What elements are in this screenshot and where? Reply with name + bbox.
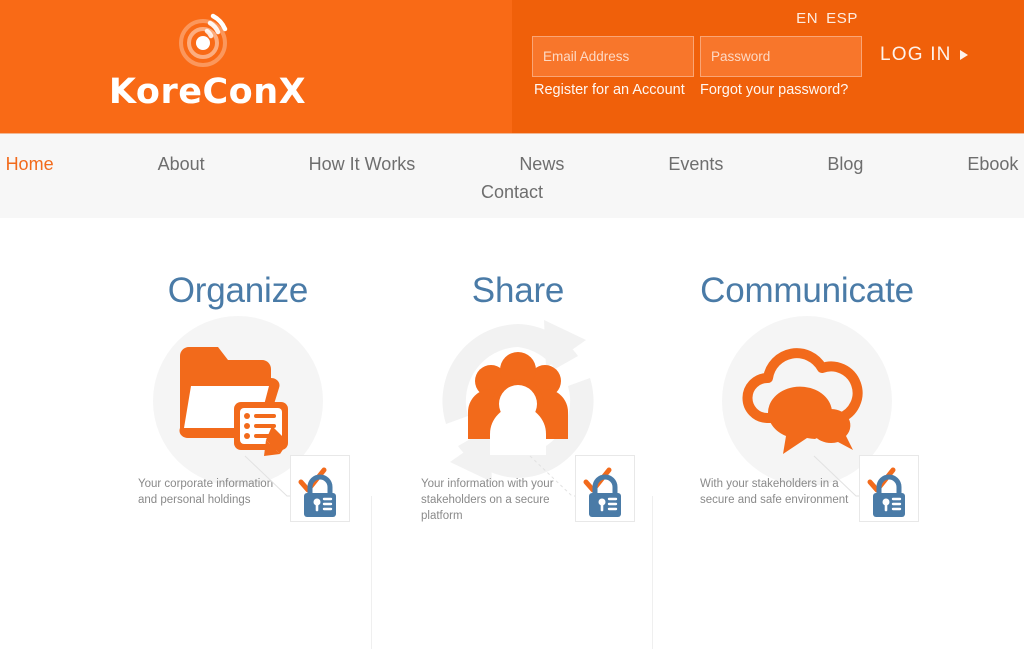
nav-row-secondary: Contact	[0, 176, 1024, 208]
lang-option-en[interactable]: EN	[796, 10, 818, 27]
secure-badge	[575, 455, 635, 522]
register-link[interactable]: Register for an Account	[534, 82, 685, 98]
nav-item-ebook[interactable]: Ebook	[967, 148, 1018, 180]
padlock-icon	[873, 474, 905, 517]
feature-caption: With your stakeholders in a secure and s…	[700, 478, 849, 506]
page-root: KoreConX EN ESP LOG IN Register for an Ac…	[0, 0, 1024, 649]
radar-signal-icon	[178, 13, 227, 67]
feature-caption: Your corporate information and personal …	[138, 478, 274, 506]
secure-badge	[859, 455, 919, 522]
site-header: KoreConX EN ESP LOG IN Register for an Ac…	[0, 0, 1024, 133]
nav-item-how-it-works[interactable]: How It Works	[309, 148, 416, 180]
feature-card-communicate: Communicate With your stakeholders in a …	[637, 218, 977, 648]
email-field[interactable]	[532, 36, 694, 77]
feature-caption: Your information with your stakeholders …	[421, 478, 554, 522]
password-field[interactable]	[700, 36, 862, 77]
site-logo[interactable]: KoreConX	[100, 12, 315, 112]
padlock-icon	[589, 474, 621, 517]
logo-wordmark: KoreConX	[108, 72, 307, 112]
nav-item-contact[interactable]: Contact	[481, 176, 543, 208]
login-button[interactable]: LOG IN	[880, 44, 968, 66]
login-form: LOG IN	[532, 36, 968, 77]
play-triangle-icon	[959, 50, 968, 60]
header-brand-area: KoreConX	[0, 0, 512, 133]
padlock-icon	[304, 474, 336, 517]
language-switcher: EN ESP	[796, 10, 858, 27]
feature-title: Communicate	[700, 271, 914, 310]
header-login-area: EN ESP LOG IN Register for an Account For…	[512, 0, 1024, 133]
features-section: Organize Your corporate information and …	[0, 218, 1024, 649]
nav-item-about[interactable]: About	[158, 148, 205, 180]
nav-item-home[interactable]: Home	[6, 148, 54, 180]
secure-badge	[290, 455, 350, 522]
cloud-speech-bubbles-icon	[742, 348, 863, 454]
lang-option-esp[interactable]: ESP	[826, 10, 858, 27]
forgot-password-link[interactable]: Forgot your password?	[700, 82, 848, 98]
nav-item-blog[interactable]: Blog	[827, 148, 863, 180]
nav-item-events[interactable]: Events	[668, 148, 723, 180]
main-navigation: Home About How It Works News Events Blog…	[0, 133, 1024, 218]
login-button-label: LOG IN	[880, 44, 952, 65]
folder-document-pencil-icon	[179, 347, 288, 456]
